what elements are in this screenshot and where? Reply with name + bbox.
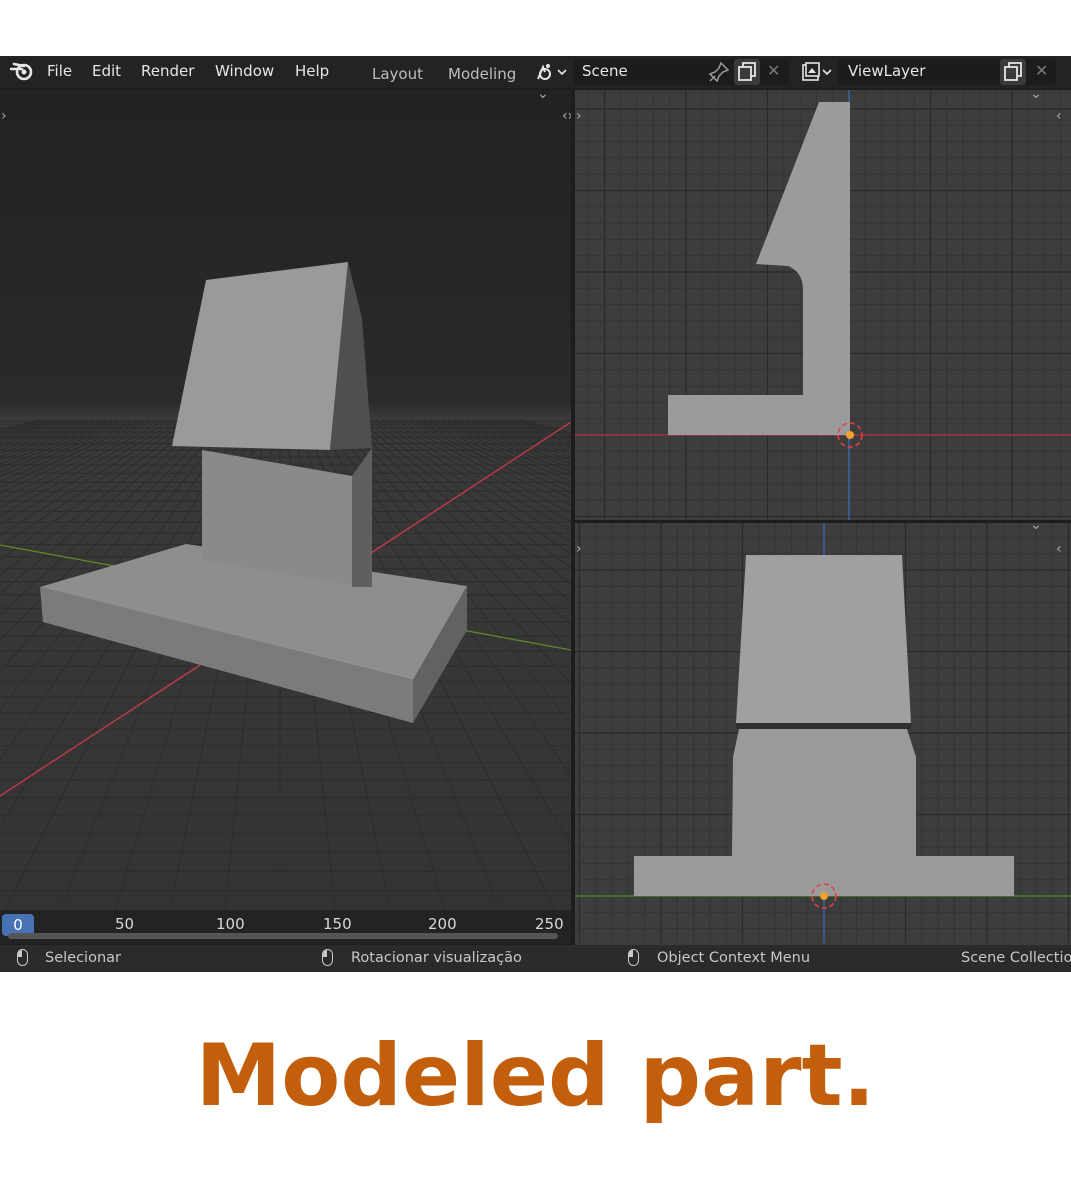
sidebar-toggle-icon[interactable]: ‹ xyxy=(1056,108,1062,124)
close-view-layer-icon[interactable]: ✕ xyxy=(1035,61,1048,80)
viewport-side[interactable]: › ‹ ⌄ xyxy=(575,90,1071,520)
blender-window: File Edit Render Window Help Layout Mode… xyxy=(0,56,1071,972)
menu-window[interactable]: Window xyxy=(215,62,274,80)
header-collapse-icon[interactable]: ⌄ xyxy=(1030,90,1042,102)
perspective-scene xyxy=(0,90,571,910)
top-bar: File Edit Render Window Help Layout Mode… xyxy=(0,56,1071,88)
new-scene-icon[interactable] xyxy=(734,59,760,85)
view-layer-selector[interactable]: ViewLayer ✕ xyxy=(838,59,1056,85)
frame-tick: 100 xyxy=(216,915,245,933)
menu-help[interactable]: Help xyxy=(295,62,329,80)
toolbar-toggle-icon[interactable]: › xyxy=(1,108,7,124)
timeline[interactable]: 0 50 100 150 200 250 xyxy=(0,910,571,944)
pin-icon[interactable] xyxy=(708,61,730,87)
frame-tick: 50 xyxy=(115,915,135,933)
toolbar-toggle-icon[interactable]: › xyxy=(576,108,582,124)
scene-name[interactable]: Scene xyxy=(582,62,628,80)
sidebar-toggle-icon[interactable]: ‹ xyxy=(1056,541,1062,557)
scene-selector[interactable]: Scene ✕ xyxy=(574,59,789,85)
sidebar-toggle-icon[interactable]: ‹› xyxy=(562,108,571,124)
view-layer-name[interactable]: ViewLayer xyxy=(848,62,925,80)
origin-point xyxy=(846,431,854,439)
menu-file[interactable]: File xyxy=(47,62,72,80)
mouse-left-icon xyxy=(17,949,28,966)
frame-tick: 150 xyxy=(323,915,352,933)
front-base xyxy=(634,856,1014,896)
scene-icon[interactable] xyxy=(535,61,569,87)
viewport-perspective[interactable]: › ‹› ⌄ xyxy=(0,90,571,910)
caption: Modeled part. xyxy=(195,1026,876,1126)
status-collection: Scene Collection xyxy=(961,950,1071,966)
viewport-front[interactable]: › ‹ ⌄ xyxy=(575,523,1071,943)
front-view-scene xyxy=(575,523,1071,943)
mouse-middle-icon xyxy=(322,949,333,966)
status-bar: Selecionar Rotacionar visualização Objec… xyxy=(0,945,1071,972)
timeline-scrollbar[interactable] xyxy=(8,933,558,939)
menu-edit[interactable]: Edit xyxy=(92,62,121,80)
frame-tick: 250 xyxy=(535,915,564,933)
status-select: Selecionar xyxy=(45,950,121,966)
mouse-right-icon xyxy=(628,949,639,966)
header-collapse-icon[interactable]: ⌄ xyxy=(1030,523,1042,533)
header-collapse-icon[interactable]: ⌄ xyxy=(537,90,549,102)
tab-layout[interactable]: Layout xyxy=(372,65,423,83)
origin-point xyxy=(820,892,828,900)
close-icon[interactable]: ✕ xyxy=(767,61,780,80)
toolbar-toggle-icon[interactable]: › xyxy=(576,541,582,557)
tab-modeling[interactable]: Modeling xyxy=(448,65,516,83)
frame-tick: 200 xyxy=(428,915,457,933)
front-plate xyxy=(736,555,911,723)
side-view-scene xyxy=(575,90,1071,520)
blender-logo-icon[interactable] xyxy=(9,60,34,86)
plate-edge xyxy=(736,723,911,729)
status-context: Object Context Menu xyxy=(657,950,811,966)
new-view-layer-icon[interactable] xyxy=(1000,59,1026,85)
status-rotate: Rotacionar visualização xyxy=(351,950,522,966)
view-layer-icon[interactable] xyxy=(801,61,835,87)
menu-render[interactable]: Render xyxy=(141,62,194,80)
front-stem xyxy=(732,729,916,856)
